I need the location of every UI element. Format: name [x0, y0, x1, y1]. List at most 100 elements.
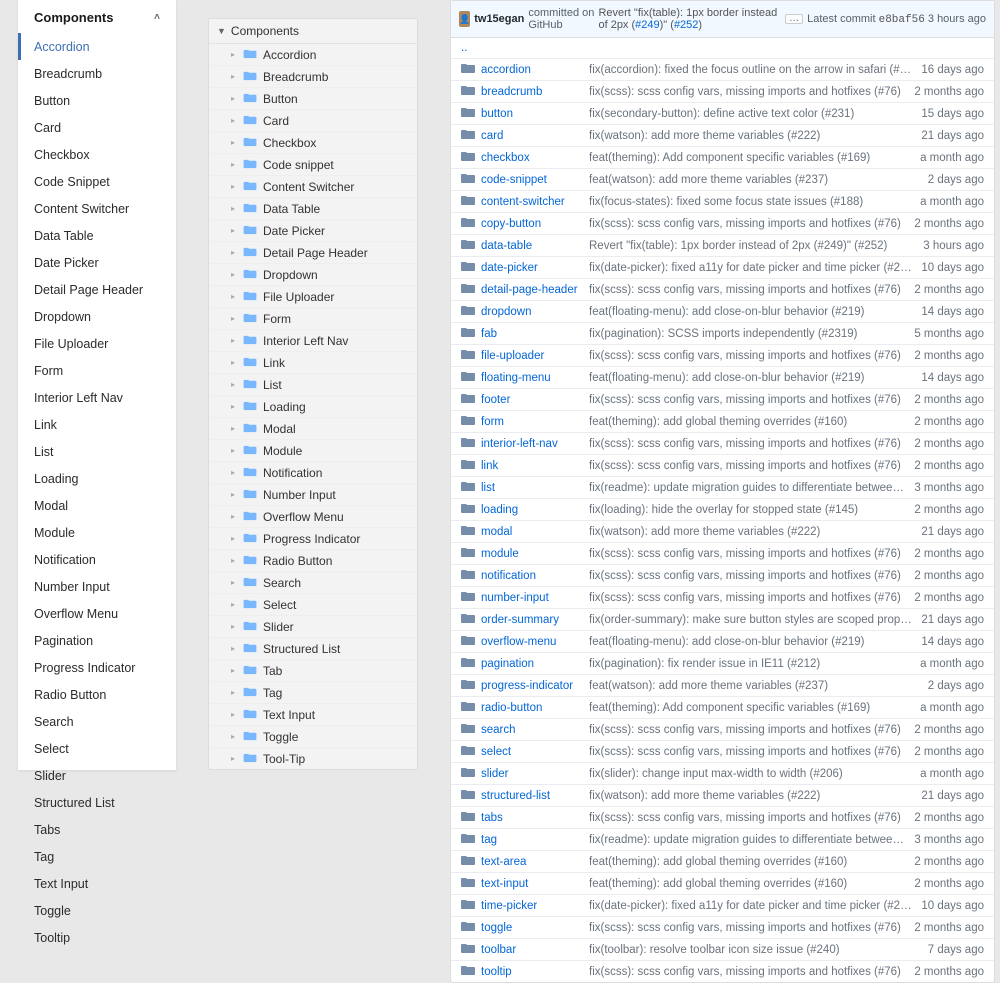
sidebar-item[interactable]: List — [18, 438, 176, 465]
tree-item[interactable]: ▸Tab — [209, 660, 417, 682]
commit-message[interactable]: fix(scss): scss config vars, missing imp… — [589, 746, 908, 758]
file-name-link[interactable]: form — [481, 416, 583, 428]
file-name-link[interactable]: code-snippet — [481, 174, 583, 186]
file-name-link[interactable]: checkbox — [481, 152, 583, 164]
sidebar-header[interactable]: Components ˄ — [18, 0, 176, 33]
commit-message[interactable]: fix(readme): update migration guides to … — [589, 482, 908, 494]
commit-message[interactable]: fix(focus-states): fixed some focus stat… — [589, 196, 914, 208]
tree-item[interactable]: ▸Link — [209, 352, 417, 374]
sidebar-item[interactable]: Text Input — [18, 870, 176, 897]
file-name-link[interactable]: tag — [481, 834, 583, 846]
file-name-link[interactable]: number-input — [481, 592, 583, 604]
tree-item[interactable]: ▸Toggle — [209, 726, 417, 748]
sidebar-item[interactable]: Module — [18, 519, 176, 546]
tree-item[interactable]: ▸Search — [209, 572, 417, 594]
parent-dir-link[interactable]: .. — [451, 38, 994, 59]
commit-message[interactable]: fix(scss): scss config vars, missing imp… — [589, 284, 908, 296]
commit-message[interactable]: fix(accordion): fixed the focus outline … — [589, 64, 915, 76]
sidebar-item[interactable]: Code Snippet — [18, 168, 176, 195]
commit-message[interactable]: feat(theming): Add component specific va… — [589, 152, 914, 164]
sidebar-item[interactable]: Structured List — [18, 789, 176, 816]
tree-item[interactable]: ▸Checkbox — [209, 132, 417, 154]
file-name-link[interactable]: footer — [481, 394, 583, 406]
file-name-link[interactable]: tooltip — [481, 966, 583, 978]
tree-item[interactable]: ▸Breadcrumb — [209, 66, 417, 88]
file-name-link[interactable]: file-uploader — [481, 350, 583, 362]
tree-item[interactable]: ▸Number Input — [209, 484, 417, 506]
commit-message[interactable]: Revert "fix(table): 1px border instead o… — [589, 240, 917, 252]
commit-message[interactable]: fix(scss): scss config vars, missing imp… — [589, 570, 908, 582]
commit-message[interactable]: feat(theming): add global theming overri… — [589, 878, 908, 890]
file-name-link[interactable]: breadcrumb — [481, 86, 583, 98]
tree-item[interactable]: ▸Structured List — [209, 638, 417, 660]
commit-message[interactable]: feat(watson): add more theme variables (… — [589, 680, 922, 692]
sidebar-item[interactable]: Progress Indicator — [18, 654, 176, 681]
tree-item[interactable]: ▸Loading — [209, 396, 417, 418]
sidebar-item[interactable]: Modal — [18, 492, 176, 519]
file-name-link[interactable]: toggle — [481, 922, 583, 934]
avatar[interactable]: 👤 — [459, 11, 470, 27]
commit-message[interactable]: fix(scss): scss config vars, missing imp… — [589, 438, 908, 450]
tree-item[interactable]: ▸Overflow Menu — [209, 506, 417, 528]
sidebar-item[interactable]: Interior Left Nav — [18, 384, 176, 411]
file-name-link[interactable]: data-table — [481, 240, 583, 252]
sidebar-item[interactable]: Card — [18, 114, 176, 141]
commit-author[interactable]: tw15egan — [474, 13, 524, 25]
tree-item[interactable]: ▸Accordion — [209, 44, 417, 66]
sidebar-item[interactable]: File Uploader — [18, 330, 176, 357]
sidebar-item[interactable]: Tag — [18, 843, 176, 870]
sidebar-item[interactable]: Breadcrumb — [18, 60, 176, 87]
sidebar-item[interactable]: Accordion — [18, 33, 176, 60]
sidebar-item[interactable]: Search — [18, 708, 176, 735]
commit-message[interactable]: fix(loading): hide the overlay for stopp… — [589, 504, 908, 516]
file-name-link[interactable]: search — [481, 724, 583, 736]
sidebar-item[interactable]: Date Picker — [18, 249, 176, 276]
sidebar-item[interactable]: Overflow Menu — [18, 600, 176, 627]
pr-link-1[interactable]: #249 — [635, 19, 659, 31]
commit-message[interactable]: feat(theming): add global theming overri… — [589, 856, 908, 868]
tree-item[interactable]: ▸Content Switcher — [209, 176, 417, 198]
commit-message[interactable]: fix(scss): scss config vars, missing imp… — [589, 548, 908, 560]
commit-message[interactable]: feat(watson): add more theme variables (… — [589, 174, 922, 186]
tree-item[interactable]: ▸Radio Button — [209, 550, 417, 572]
sidebar-item[interactable]: Data Table — [18, 222, 176, 249]
file-name-link[interactable]: content-switcher — [481, 196, 583, 208]
tree-item[interactable]: ▸Data Table — [209, 198, 417, 220]
file-name-link[interactable]: structured-list — [481, 790, 583, 802]
commit-message[interactable]: feat(floating-menu): add close-on-blur b… — [589, 306, 915, 318]
tree-item[interactable]: ▸Interior Left Nav — [209, 330, 417, 352]
tree-item[interactable]: ▸Date Picker — [209, 220, 417, 242]
commit-message[interactable]: fix(watson): add more theme variables (#… — [589, 130, 915, 142]
sidebar-item[interactable]: Detail Page Header — [18, 276, 176, 303]
file-name-link[interactable]: button — [481, 108, 583, 120]
commit-message[interactable]: fix(scss): scss config vars, missing imp… — [589, 350, 908, 362]
file-name-link[interactable]: link — [481, 460, 583, 472]
tree-item[interactable]: ▸File Uploader — [209, 286, 417, 308]
file-name-link[interactable]: text-input — [481, 878, 583, 890]
tree-item[interactable]: ▸Dropdown — [209, 264, 417, 286]
tree-item[interactable]: ▸Module — [209, 440, 417, 462]
file-name-link[interactable]: time-picker — [481, 900, 583, 912]
file-name-link[interactable]: tabs — [481, 812, 583, 824]
tree-item[interactable]: ▸Form — [209, 308, 417, 330]
commit-message[interactable]: fix(order-summary): make sure button sty… — [589, 614, 915, 626]
commit-message[interactable]: fix(scss): scss config vars, missing imp… — [589, 460, 908, 472]
file-name-link[interactable]: detail-page-header — [481, 284, 583, 296]
file-name-link[interactable]: radio-button — [481, 702, 583, 714]
commit-message[interactable]: feat(floating-menu): add close-on-blur b… — [589, 636, 915, 648]
file-name-link[interactable]: dropdown — [481, 306, 583, 318]
sidebar-item[interactable]: Content Switcher — [18, 195, 176, 222]
commit-message[interactable]: fix(scss): scss config vars, missing imp… — [589, 394, 908, 406]
file-name-link[interactable]: fab — [481, 328, 583, 340]
commit-message[interactable]: fix(date-picker): fixed a11y for date pi… — [589, 900, 915, 912]
sidebar-item[interactable]: Radio Button — [18, 681, 176, 708]
ellipsis-icon[interactable]: … — [785, 14, 803, 24]
tree-item[interactable]: ▸Button — [209, 88, 417, 110]
sidebar-item[interactable]: Dropdown — [18, 303, 176, 330]
sidebar-item[interactable]: Tooltip — [18, 924, 176, 951]
file-name-link[interactable]: text-area — [481, 856, 583, 868]
file-name-link[interactable]: copy-button — [481, 218, 583, 230]
commit-message[interactable]: feat(floating-menu): add close-on-blur b… — [589, 372, 915, 384]
commit-message[interactable]: fix(scss): scss config vars, missing imp… — [589, 966, 908, 978]
file-name-link[interactable]: card — [481, 130, 583, 142]
